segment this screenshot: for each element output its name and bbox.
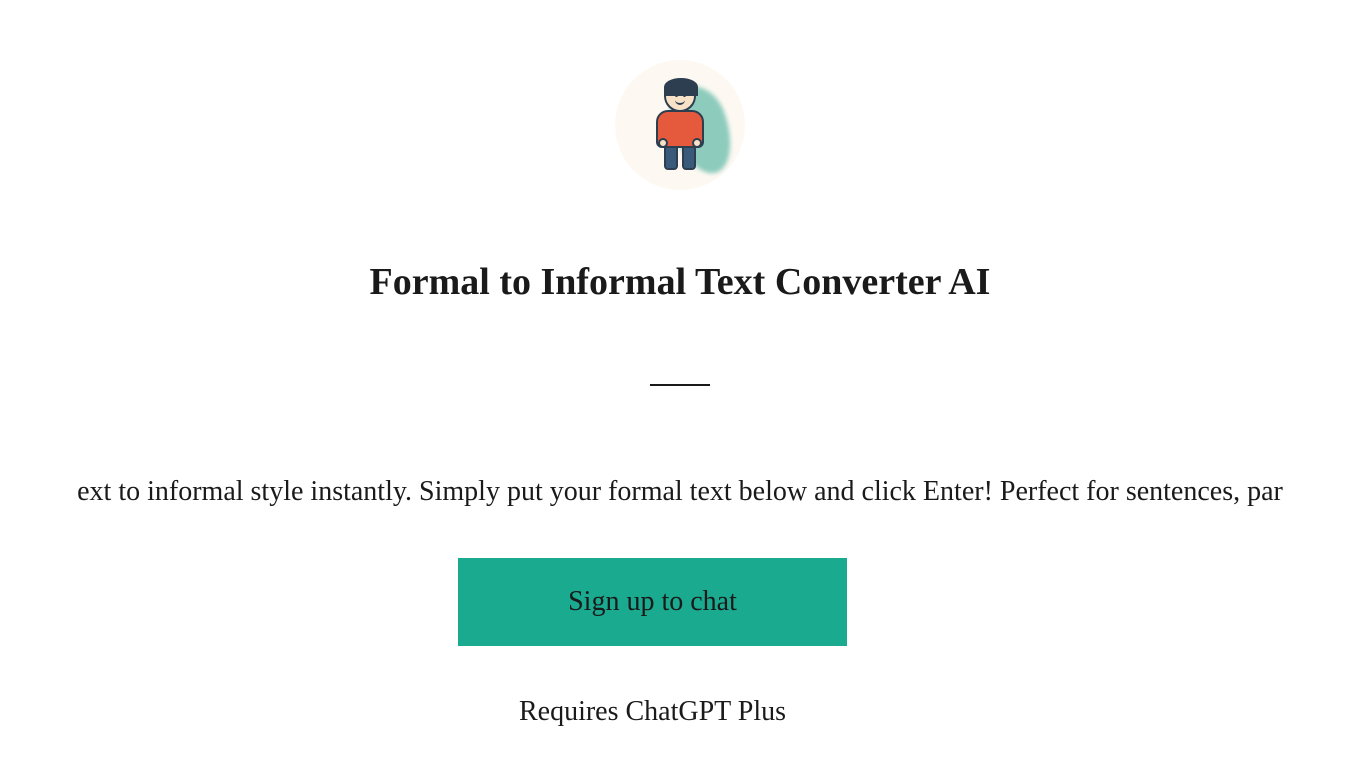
- description-text: ext to informal style instantly. Simply …: [77, 476, 1283, 508]
- signup-button[interactable]: Sign up to chat: [458, 558, 847, 646]
- avatar-container: [615, 60, 745, 190]
- requires-label: Requires ChatGPT Plus: [519, 696, 786, 728]
- person-icon: [656, 80, 704, 170]
- page-title: Formal to Informal Text Converter AI: [370, 260, 991, 304]
- divider: [650, 384, 710, 386]
